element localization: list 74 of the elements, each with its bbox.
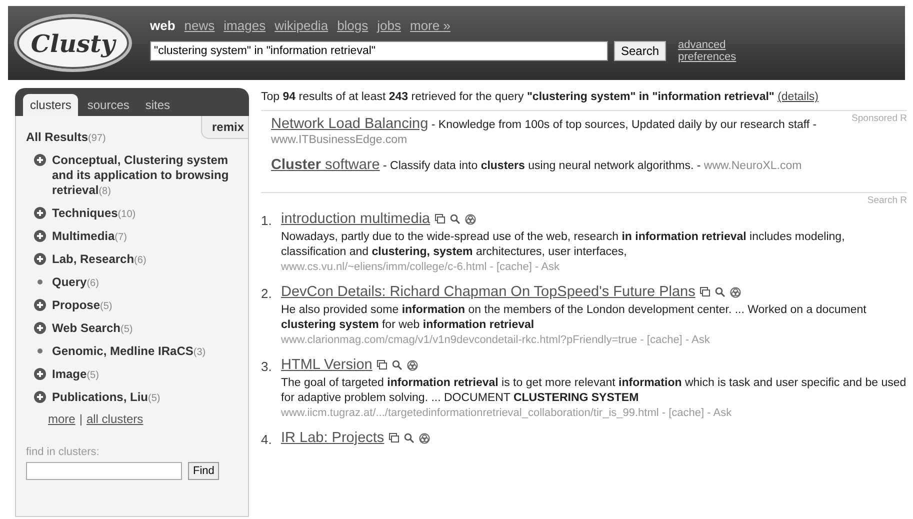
search-field[interactable]: "clustering system" in "information retrieval": [150, 40, 608, 60]
nav-tab[interactable]: jobs: [377, 18, 401, 32]
ad-title-link[interactable]: Network Load Balancing: [271, 116, 428, 132]
search-button[interactable]: Search: [614, 40, 666, 60]
windows-icon[interactable]: [377, 360, 388, 370]
search-results-label: Search R: [867, 195, 907, 206]
cluster-link[interactable]: Techniques(10): [52, 206, 232, 222]
sponsored-ad: Network Load Balancing - Knowledge from 100s of top sources, Updated daily by our research staff - www.ITBusinessEdge.com: [271, 117, 818, 148]
windows-icon[interactable]: [435, 214, 446, 224]
result-title-link[interactable]: IR Lab: Projects: [281, 430, 384, 446]
result-snippet: The goal of targeted information retrieval is to get more relevant information which is task and user specific and be used for adaptive problem solving. ... DOCUMENT CLUSTERING SYSTEM: [281, 376, 907, 406]
cluster-link[interactable]: Multimedia(7): [52, 229, 232, 245]
result-snippet: Nowadays, partly due to the wide-spread use of the web, research in information retrieval includes modeling, classification and clustering, system architectures, user interfaces,: [281, 230, 846, 260]
remix-tab[interactable]: remix: [200, 116, 248, 139]
plus-circle-icon[interactable]: [34, 368, 46, 380]
result-url: www.cs.vu.nl/~eliens/imm/college/c-6.html - [cache] - Ask: [281, 260, 560, 275]
nav-tab[interactable]: more »: [410, 18, 450, 32]
cluster-link[interactable]: Lab, Research(6): [52, 252, 232, 268]
result-title-link[interactable]: introduction multimedia: [281, 211, 430, 227]
sponsored-ad: Cluster software - Classify data into clusters using neural network algorithms. - www.NeuroXL.com: [271, 158, 803, 174]
nav-tab[interactable]: wikipedia: [274, 18, 328, 32]
search-icon[interactable]: [715, 287, 726, 297]
plus-circle-icon[interactable]: [34, 230, 46, 242]
sponsored-label: Sponsored R: [852, 113, 907, 124]
sidebar-tab[interactable]: sources: [80, 94, 136, 116]
results-summary: Top 94 results of at least 243 retrieved for the query "clustering system" in "information retrieval" (details): [261, 88, 907, 111]
plus-circle-icon[interactable]: [34, 299, 46, 311]
ad-title-link[interactable]: Cluster software: [271, 157, 380, 173]
plus-circle-icon[interactable]: [34, 253, 46, 265]
globe-icon[interactable]: [465, 214, 476, 224]
plus-circle-icon[interactable]: [34, 391, 46, 403]
result-url: www.clarionmag.com/cmag/v1/v1n9devcondetail-rkc.html?pFriendly=true - [cache] - Ask: [281, 333, 711, 348]
nav-tab[interactable]: blogs: [337, 18, 368, 32]
globe-icon[interactable]: [407, 360, 418, 370]
result-url: www.iicm.tugraz.at/.../targetedinformationretrieval_collaboration/tir_is_99.html - [cache] - Ask: [281, 406, 733, 421]
all-clusters-link[interactable]: all clusters: [86, 412, 144, 426]
windows-icon[interactable]: [700, 287, 710, 297]
cluster-link[interactable]: Conceptual, Clustering system and its application to browsing retrieval(8): [52, 153, 232, 199]
globe-icon[interactable]: [730, 286, 742, 298]
details-link[interactable]: (details): [778, 91, 818, 103]
result-title-link[interactable]: HTML Version: [281, 357, 372, 373]
find-button[interactable]: Find: [188, 462, 220, 480]
search-icon[interactable]: [392, 360, 402, 370]
cluster-link[interactable]: Image(5): [52, 367, 232, 383]
sidebar-tab[interactable]: sites: [138, 94, 178, 116]
advanced-preferences-link[interactable]: advanced preferences: [678, 38, 748, 62]
result-number: 2.: [261, 285, 273, 303]
search-icon[interactable]: [450, 214, 460, 224]
result-number: 1.: [261, 212, 273, 230]
cluster-link[interactable]: Web Search(5): [52, 321, 232, 337]
cluster-link[interactable]: Publications, Liu(5): [52, 390, 232, 406]
result-number: 3.: [261, 358, 273, 376]
find-label: find in clusters:: [26, 446, 100, 458]
nav-tab[interactable]: web: [150, 18, 176, 32]
result-snippet: He also provided some information on the members of the London development center. ... Worked on a document clustering system for web information retrieval: [281, 303, 868, 333]
cluster-link[interactable]: Propose(5): [52, 298, 232, 314]
find-field[interactable]: [26, 462, 182, 480]
plus-circle-icon[interactable]: [34, 322, 46, 334]
logo[interactable]: Clusty: [14, 14, 132, 72]
link-separator: |: [79, 412, 82, 426]
all-results-link[interactable]: All Results(97): [26, 130, 106, 144]
plus-circle-icon[interactable]: [34, 207, 46, 219]
result-number: 4.: [261, 431, 273, 449]
nav-tab[interactable]: images: [224, 18, 266, 32]
windows-icon[interactable]: [389, 433, 400, 443]
more-link[interactable]: more: [48, 412, 76, 426]
nav-tab[interactable]: news: [184, 18, 215, 32]
globe-icon[interactable]: [419, 432, 430, 444]
cluster-link[interactable]: Query(6): [52, 275, 232, 291]
search-icon[interactable]: [404, 433, 414, 443]
sidebar-tab[interactable]: clusters: [23, 94, 78, 116]
cluster-link[interactable]: Genomic, Medline IRaCS(3): [52, 344, 232, 360]
result-title-link[interactable]: DevCon Details: Richard Chapman On TopSpeed's Future Plans: [281, 284, 696, 300]
plus-circle-icon[interactable]: [34, 154, 46, 166]
